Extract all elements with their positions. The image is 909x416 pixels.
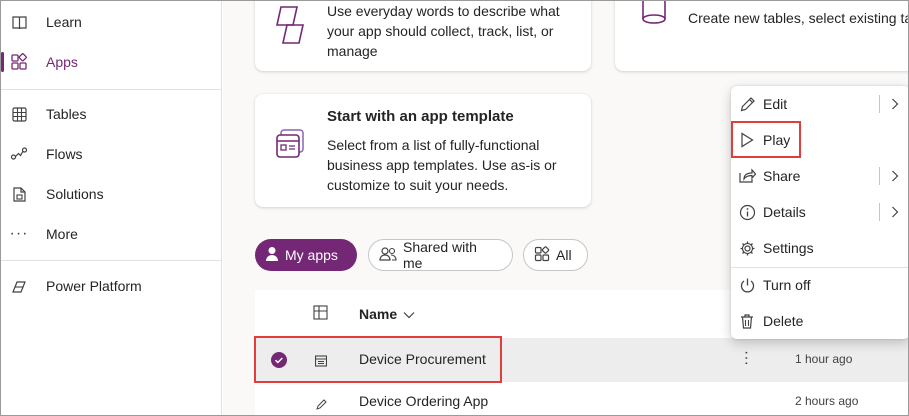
nav-divider — [1, 89, 222, 90]
nav-item-tables[interactable]: Tables — [1, 96, 222, 132]
nav-item-learn[interactable]: Learn — [1, 4, 222, 40]
info-icon — [738, 203, 756, 221]
pencil-icon — [738, 95, 756, 113]
start-with-data-card[interactable]: Create new tables, select existing table… — [615, 1, 908, 71]
nav-label: Learn — [46, 14, 82, 30]
nav-label: More — [46, 226, 78, 242]
power-platform-icon — [10, 277, 28, 295]
template-card-text: Select from a list of fully-functional b… — [327, 137, 557, 193]
menu-item-label: Settings — [763, 240, 814, 256]
tables-card-text: Create new tables, select existing table… — [688, 10, 908, 26]
gear-icon — [738, 239, 756, 257]
ellipsis-icon: ··· — [9, 225, 29, 242]
book-icon — [10, 13, 28, 31]
nav-item-power-platform[interactable]: Power Platform — [1, 268, 222, 304]
my-apps-label: My apps — [285, 247, 338, 263]
app-window: Learn Apps Tables Flows Solutions ··· Mo… — [0, 0, 909, 416]
app-template-icon — [275, 128, 305, 163]
apps-icon — [10, 53, 28, 71]
more-options-icon[interactable]: ··· — [738, 350, 755, 366]
name-column-header[interactable]: Name — [359, 290, 415, 338]
highlight-selected-row — [254, 336, 502, 383]
menu-item-edit[interactable]: Edit — [731, 86, 908, 122]
menu-item-label: Delete — [763, 313, 804, 329]
app-name[interactable]: Device Ordering App — [359, 393, 488, 409]
nav-label: Solutions — [46, 186, 104, 202]
chevron-right-icon[interactable] — [879, 203, 899, 221]
all-filter-button[interactable]: All — [523, 239, 588, 271]
nav-item-apps[interactable]: Apps — [1, 44, 222, 80]
shared-with-me-label: Shared with me — [403, 239, 477, 271]
name-header-label: Name — [359, 306, 398, 322]
power-icon — [738, 276, 756, 294]
menu-item-share[interactable]: Share — [731, 158, 908, 194]
person-icon — [265, 246, 279, 265]
menu-item-settings[interactable]: Settings — [731, 230, 908, 266]
shared-with-me-filter-button[interactable]: Shared with me — [368, 239, 513, 271]
app-type-icon — [313, 305, 328, 323]
menu-item-turn-off[interactable]: Turn off — [731, 267, 908, 303]
table-row[interactable]: Device Ordering App 2 hours ago — [255, 382, 908, 415]
share-icon — [738, 167, 756, 185]
flow-icon — [10, 145, 28, 163]
trash-icon — [738, 312, 756, 330]
nav-label: Apps — [46, 54, 78, 70]
nav-item-more[interactable]: ··· More — [1, 216, 222, 252]
all-label: All — [556, 247, 572, 263]
highlight-play-item — [731, 121, 801, 158]
chevron-right-icon[interactable] — [879, 95, 899, 113]
chevron-down-icon — [403, 306, 415, 322]
left-nav: Learn Apps Tables Flows Solutions ··· Mo… — [1, 1, 222, 415]
people-icon — [379, 246, 397, 265]
my-apps-filter-button[interactable]: My apps — [255, 239, 357, 271]
menu-item-label: Details — [763, 204, 806, 220]
nav-label: Power Platform — [46, 278, 142, 294]
nav-item-solutions[interactable]: Solutions — [1, 176, 222, 212]
menu-item-details[interactable]: Details — [731, 194, 908, 230]
describe-app-card[interactable]: Use everyday words to describe what your… — [255, 1, 591, 71]
app-template-card[interactable]: Start with an app template Select from a… — [255, 94, 591, 207]
modified-time: 1 hour ago — [795, 352, 853, 366]
describe-card-text: Use everyday words to describe what your… — [327, 3, 560, 59]
nav-divider — [1, 260, 222, 261]
database-icon — [641, 1, 667, 30]
edit-pencil-icon — [315, 398, 327, 414]
copilot-icon — [275, 3, 307, 52]
table-grid-icon — [10, 105, 28, 123]
menu-item-delete[interactable]: Delete — [731, 303, 908, 339]
menu-item-label: Share — [763, 168, 801, 184]
app-type-column-header[interactable] — [313, 290, 328, 338]
menu-item-label: Turn off — [763, 277, 811, 293]
solutions-icon — [10, 185, 28, 203]
apps-icon — [534, 245, 550, 265]
nav-item-flows[interactable]: Flows — [1, 136, 222, 172]
modified-time: 2 hours ago — [795, 394, 859, 408]
menu-item-label: Edit — [763, 96, 788, 112]
chevron-right-icon[interactable] — [879, 167, 899, 185]
nav-label: Tables — [46, 106, 87, 122]
template-card-title: Start with an app template — [327, 108, 514, 125]
nav-label: Flows — [46, 146, 83, 162]
